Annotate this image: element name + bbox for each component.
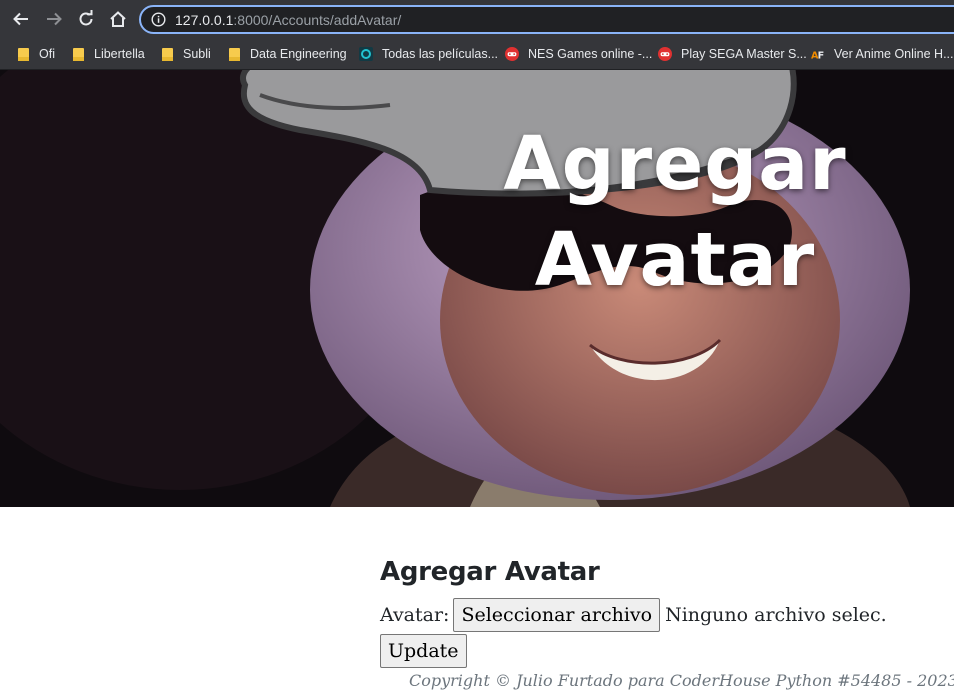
folder-icon <box>227 47 241 61</box>
bookmark-label: Play SEGA Master S... <box>681 47 807 61</box>
folder-icon <box>71 47 85 61</box>
submit-row: Update <box>380 634 887 669</box>
site-icon <box>359 47 373 61</box>
hero-banner: Agregar Avatar <box>0 70 954 507</box>
svg-text:F: F <box>818 50 825 61</box>
home-icon <box>110 11 126 27</box>
bookmark-libertella[interactable]: Libertella <box>71 38 145 70</box>
bookmark-nes-games[interactable]: NES Games online -... <box>505 38 652 70</box>
browser-toolbar: 127.0.0.1:8000/Accounts/addAvatar/ <box>0 0 954 38</box>
af-logo-icon: AF <box>811 47 825 61</box>
home-button[interactable] <box>106 7 130 31</box>
folder-icon <box>16 47 30 61</box>
hero-title: Agregar Avatar <box>503 121 847 303</box>
bookmark-play-sega[interactable]: Play SEGA Master S... <box>658 38 807 70</box>
folder-icon <box>160 47 174 61</box>
file-status-text: Ninguno archivo selec. <box>665 603 887 626</box>
gamepad-icon <box>505 47 519 61</box>
bookmark-data-engineering[interactable]: Data Engineering <box>227 38 347 70</box>
footer-copyright: Copyright © Julio Furtado para CoderHous… <box>409 671 954 690</box>
bookmark-label: Libertella <box>94 47 145 61</box>
info-icon[interactable] <box>151 12 166 27</box>
address-bar[interactable]: 127.0.0.1:8000/Accounts/addAvatar/ <box>139 5 954 34</box>
reload-icon <box>79 10 93 26</box>
url-host: 127.0.0.1 <box>175 12 234 28</box>
back-button[interactable] <box>9 7 33 31</box>
bookmark-ver-anime[interactable]: AF Ver Anime Online H... <box>811 38 954 70</box>
bookmark-label: NES Games online -... <box>528 47 653 61</box>
avatar-form: Agregar Avatar Avatar: Seleccionar archi… <box>380 553 887 669</box>
forward-button[interactable] <box>42 7 66 31</box>
bookmarks-bar: Ofi Libertella Subli Data Engineering To… <box>0 38 954 70</box>
bookmark-ofi[interactable]: Ofi <box>16 38 55 70</box>
bookmark-todas-las-peliculas[interactable]: Todas las películas... <box>359 38 498 70</box>
bookmark-label: Subli <box>183 47 211 61</box>
bookmark-subli[interactable]: Subli <box>160 38 211 70</box>
gamepad-icon <box>658 47 672 61</box>
url-path: :8000/Accounts/addAvatar/ <box>233 12 402 28</box>
bookmark-label: Todas las películas... <box>382 47 499 61</box>
form-title: Agregar Avatar <box>380 557 600 587</box>
file-select-button[interactable]: Seleccionar archivo <box>453 597 661 632</box>
bookmark-label: Data Engineering <box>250 47 347 61</box>
back-arrow-icon <box>13 12 28 26</box>
url-text: 127.0.0.1:8000/Accounts/addAvatar/ <box>175 12 401 28</box>
bookmark-label: Ofi <box>39 47 55 61</box>
reload-button[interactable] <box>74 7 98 31</box>
update-button[interactable]: Update <box>380 634 467 668</box>
avatar-field-row: Avatar: Seleccionar archivo Ninguno arch… <box>380 597 887 632</box>
forward-arrow-icon <box>47 12 62 26</box>
avatar-label: Avatar: <box>380 603 450 626</box>
bookmark-label: Ver Anime Online H... <box>834 47 954 61</box>
